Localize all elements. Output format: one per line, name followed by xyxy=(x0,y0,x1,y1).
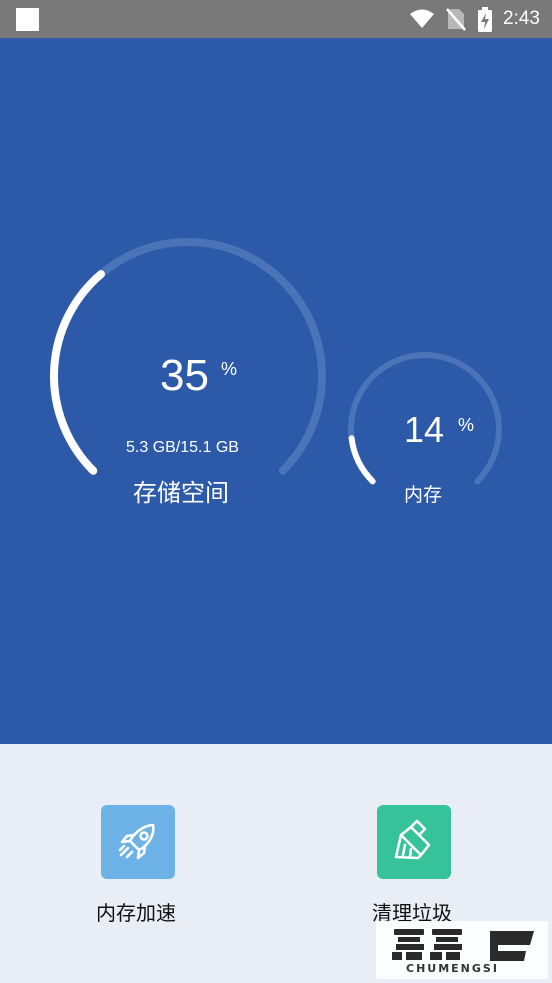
storage-gauge-label: 存储空间 xyxy=(133,479,229,507)
storage-percent-symbol: % xyxy=(221,359,238,379)
watermark-caption: CHUMENGSI xyxy=(406,962,499,975)
memory-boost-label: 内存加速 xyxy=(96,901,176,925)
status-icons: 2:43 xyxy=(409,6,540,32)
wifi-icon xyxy=(410,9,435,28)
memory-gauge-label: 内存 xyxy=(404,484,443,506)
square-notification-icon xyxy=(16,8,39,31)
clean-junk-button[interactable] xyxy=(377,805,451,879)
dashboard-hero: 35 % 5.3 GB/15.1 GB 存储空间 14 % 内存 xyxy=(0,38,552,744)
status-bar: 2:43 xyxy=(0,0,552,38)
rocket-icon xyxy=(118,823,155,860)
storage-usage-text: 5.3 GB/15.1 GB xyxy=(126,439,239,456)
clock: 2:43 xyxy=(503,8,540,29)
no-sim-icon xyxy=(446,8,466,31)
watermark-logo: CHUMENGSI xyxy=(376,921,548,979)
memory-percent-symbol: % xyxy=(458,415,475,435)
memory-boost-button[interactable] xyxy=(101,805,175,879)
battery-charging-icon xyxy=(478,6,493,32)
broom-icon xyxy=(394,819,431,860)
storage-percent-value: 35 xyxy=(160,351,209,400)
memory-percent-value: 14 xyxy=(404,409,445,450)
